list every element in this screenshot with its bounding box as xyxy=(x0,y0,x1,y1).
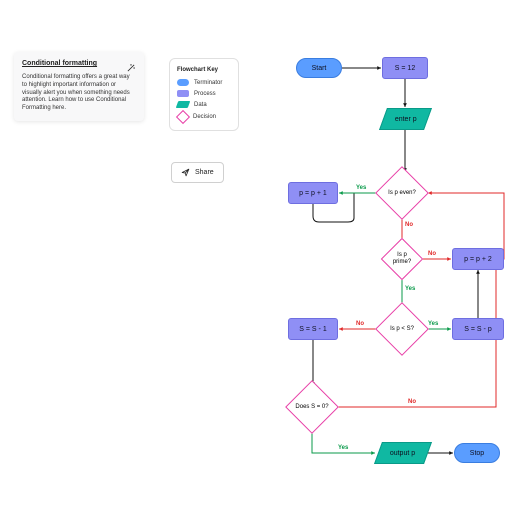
magic-wand-icon xyxy=(126,60,136,70)
node-start[interactable]: Start xyxy=(296,58,342,78)
legend-row-terminator: Terminator xyxy=(177,79,231,86)
node-s-equals-12[interactable]: S = 12 xyxy=(382,57,428,79)
flowchart-edges xyxy=(248,46,508,506)
tip-title[interactable]: Conditional formatting xyxy=(22,60,97,67)
process-swatch xyxy=(177,90,189,97)
node-output-p[interactable]: output p xyxy=(374,442,432,464)
label-yes: Yes xyxy=(428,321,438,327)
paper-plane-icon xyxy=(181,168,190,177)
node-is-p-even[interactable]: Is p even? xyxy=(383,174,421,212)
node-s-minus-p[interactable]: S = S - p xyxy=(452,318,504,340)
node-is-p-prime[interactable]: Is p prime? xyxy=(387,244,417,274)
tip-card: Conditional formatting Conditional forma… xyxy=(14,52,144,121)
node-p-plus-1[interactable]: p = p + 1 xyxy=(288,182,338,204)
share-button[interactable]: Share xyxy=(171,162,224,183)
label-yes: Yes xyxy=(405,286,415,292)
node-is-p-lt-s[interactable]: Is p < S? xyxy=(383,310,421,348)
node-stop[interactable]: Stop xyxy=(454,443,500,463)
legend-row-decision: Decision xyxy=(177,112,231,122)
label-no: No xyxy=(356,321,364,327)
label-yes: Yes xyxy=(338,445,348,451)
label-yes: Yes xyxy=(356,185,366,191)
terminator-swatch xyxy=(177,79,189,86)
flowchart-key: Flowchart Key Terminator Process Data De… xyxy=(169,58,239,131)
label-no: No xyxy=(408,399,416,405)
node-does-s-equal-0[interactable]: Does S = 0? xyxy=(293,388,331,426)
node-p-plus-2[interactable]: p = p + 2 xyxy=(452,248,504,270)
node-s-minus-1[interactable]: S = S - 1 xyxy=(288,318,338,340)
share-label: Share xyxy=(195,169,214,176)
legend-row-process: Process xyxy=(177,90,231,97)
flowchart[interactable]: Start S = 12 enter p Is p even? p = p + … xyxy=(248,46,508,506)
node-enter-p[interactable]: enter p xyxy=(379,108,432,130)
label-no: No xyxy=(428,251,436,257)
data-swatch xyxy=(176,101,191,108)
legend-title: Flowchart Key xyxy=(177,67,231,73)
legend-row-data: Data xyxy=(177,101,231,108)
decision-swatch xyxy=(176,110,190,124)
tip-body: Conditional formatting offers a great wa… xyxy=(22,74,136,113)
label-no: No xyxy=(405,222,413,228)
